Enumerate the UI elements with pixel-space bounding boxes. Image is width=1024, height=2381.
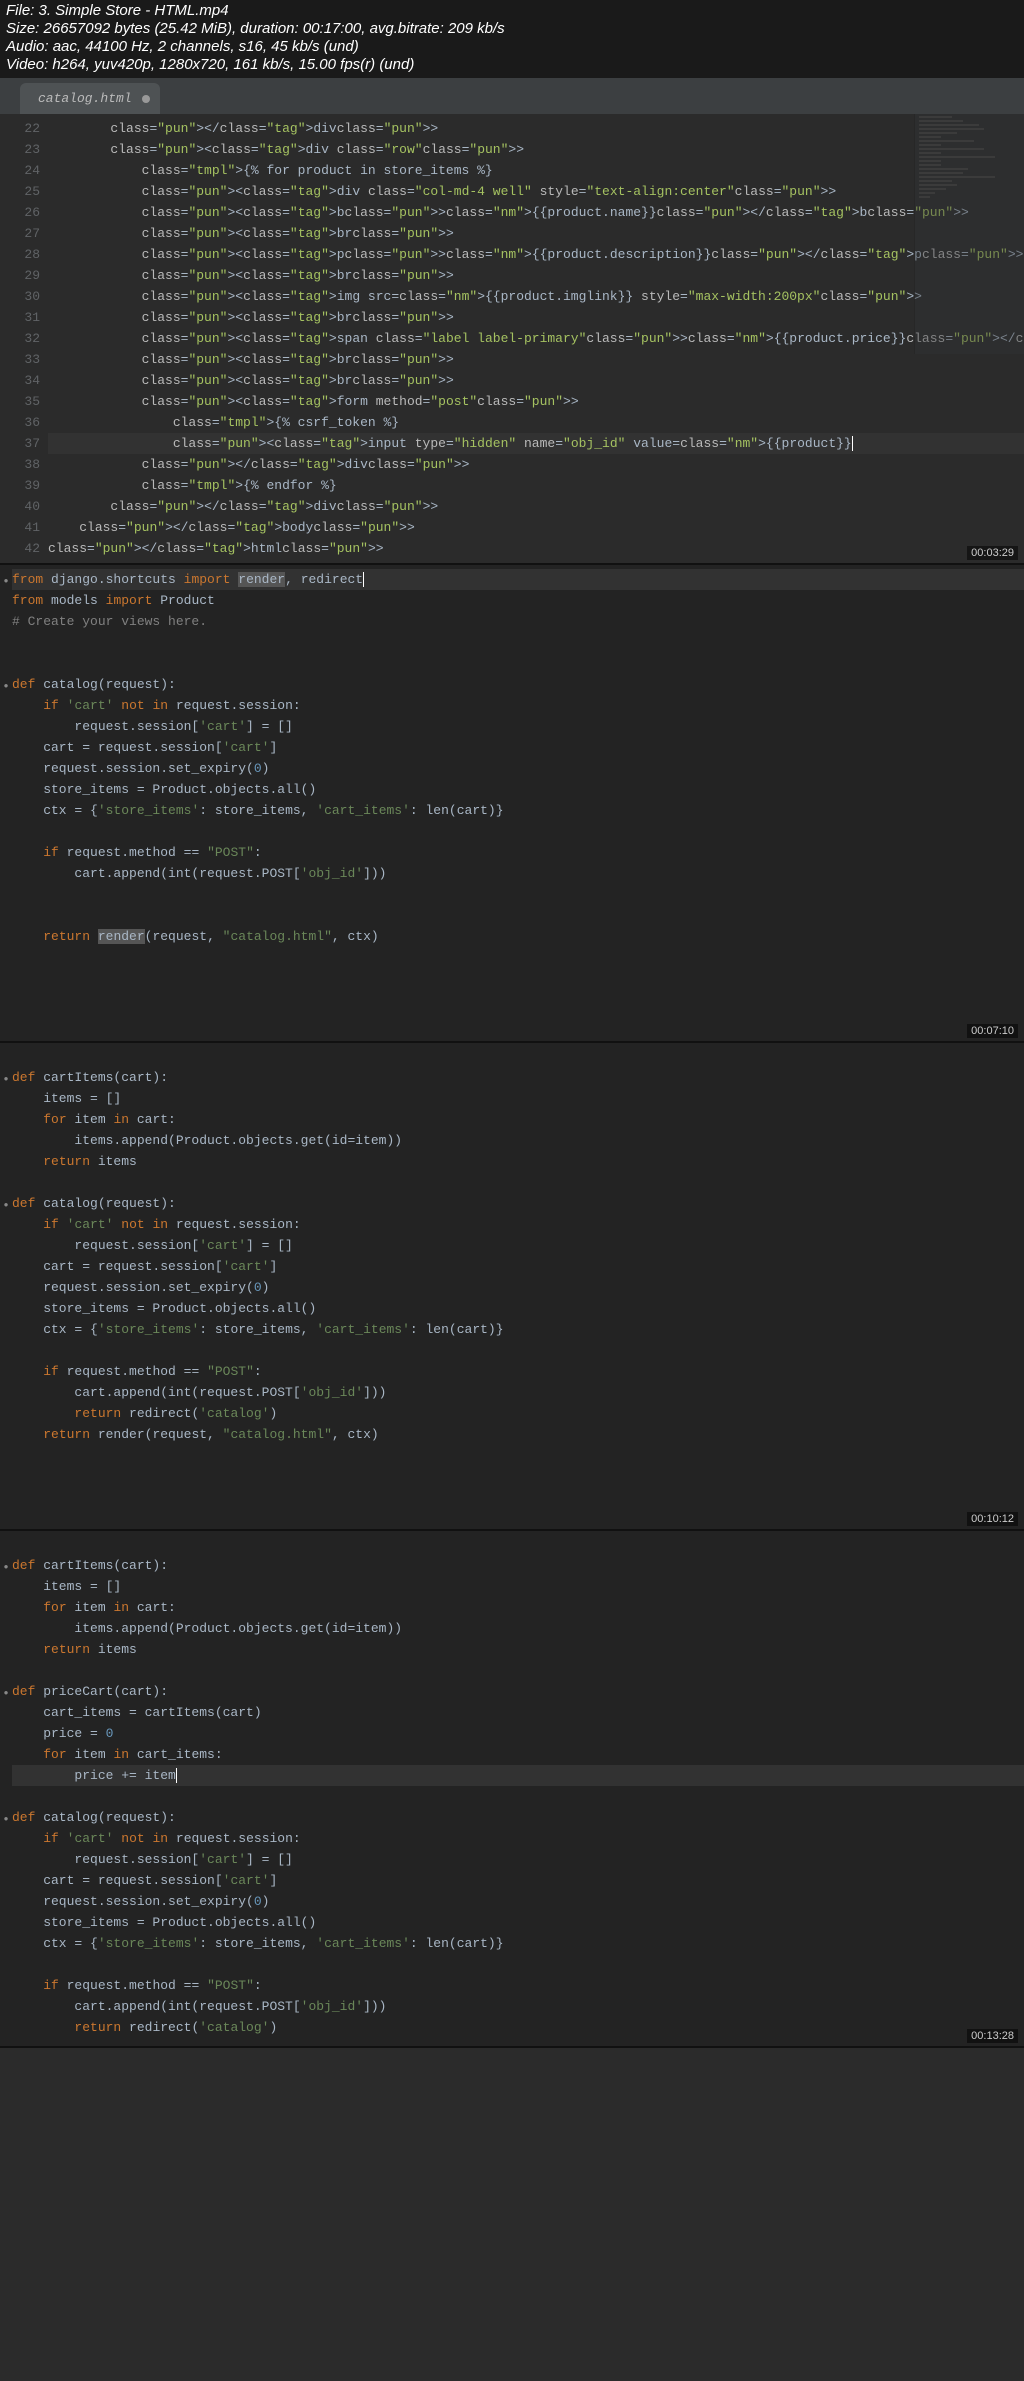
tab-modified-dot-icon [142, 95, 150, 103]
minimap[interactable] [914, 114, 1024, 354]
media-file-audio: Audio: aac, 44100 Hz, 2 channels, s16, 4… [6, 38, 1018, 56]
video-timestamp: 00:10:12 [967, 1512, 1018, 1526]
media-file-video: Video: h264, yuv420p, 1280x720, 161 kb/s… [6, 56, 1018, 74]
code-area[interactable]: def cartItems(cart): items = [] for item… [12, 1551, 1024, 2042]
media-file-info: File: 3. Simple Store - HTML.mp4 Size: 2… [0, 0, 1024, 78]
code-editor-3[interactable]: def cartItems(cart): items = [] for item… [0, 1063, 1024, 1449]
tab-label: catalog.html [38, 91, 132, 106]
code-editor-2[interactable]: from django.shortcuts import render, red… [0, 565, 1024, 951]
editor-panel-1: catalog.html 222324252627282930313233343… [0, 78, 1024, 565]
tab-bar: catalog.html [0, 78, 1024, 114]
media-file-size: Size: 26657092 bytes (25.42 MiB), durati… [6, 20, 1018, 38]
editor-panel-3: def cartItems(cart): items = [] for item… [0, 1043, 1024, 1531]
fold-gutter[interactable] [0, 1063, 12, 1449]
code-editor-4[interactable]: def cartItems(cart): items = [] for item… [0, 1551, 1024, 2042]
code-area[interactable]: from django.shortcuts import render, red… [12, 565, 1024, 951]
code-area[interactable]: class="pun"></class="tag">divclass="pun"… [48, 114, 1024, 563]
code-editor-1[interactable]: 2223242526272829303132333435363738394041… [0, 114, 1024, 563]
video-timestamp: 00:13:28 [967, 2029, 1018, 2043]
fold-gutter[interactable] [0, 1551, 12, 2042]
tab-catalog-html[interactable]: catalog.html [20, 83, 160, 114]
fold-gutter[interactable] [0, 565, 12, 951]
media-file-name: File: 3. Simple Store - HTML.mp4 [6, 2, 1018, 20]
video-timestamp: 00:07:10 [967, 1024, 1018, 1038]
code-area[interactable]: def cartItems(cart): items = [] for item… [12, 1063, 1024, 1449]
editor-panel-2: from django.shortcuts import render, red… [0, 565, 1024, 1043]
line-number-gutter: 2223242526272829303132333435363738394041… [0, 114, 48, 563]
editor-panel-4: def cartItems(cart): items = [] for item… [0, 1531, 1024, 2048]
video-timestamp: 00:03:29 [967, 546, 1018, 560]
